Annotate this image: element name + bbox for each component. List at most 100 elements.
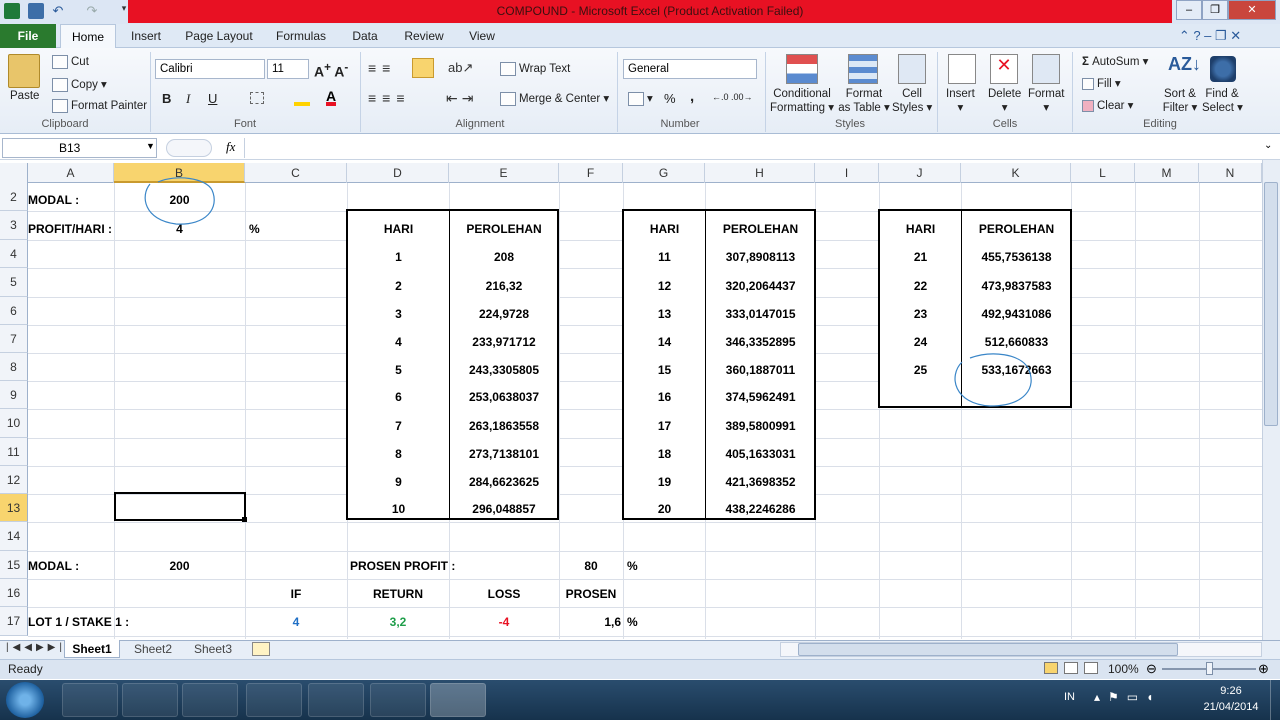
tab-home[interactable]: Home <box>60 24 116 49</box>
cell-c16[interactable]: IF <box>245 587 347 601</box>
selected-cell-b13[interactable] <box>114 492 246 521</box>
row-header-2[interactable]: 2 <box>0 183 28 211</box>
t2-hari[interactable]: 11 <box>624 250 705 264</box>
sheet-tab-1[interactable]: Sheet1 <box>64 640 120 658</box>
redo-icon[interactable]: ↷ <box>84 3 100 19</box>
col-header-d[interactable]: D <box>347 163 449 183</box>
insert-cells-button[interactable]: Insert ▾ <box>946 88 975 114</box>
zoom-slider-thumb[interactable] <box>1206 662 1213 675</box>
t1-hari[interactable]: 3 <box>348 307 449 321</box>
firefox-taskbar-icon[interactable] <box>246 683 302 717</box>
t2-perolehan[interactable]: 320,2064437 <box>706 279 815 293</box>
number-format-select[interactable]: General <box>623 59 757 79</box>
name-box-dropdown-icon[interactable]: ▼ <box>146 141 155 151</box>
horizontal-scroll-thumb[interactable] <box>798 643 1178 656</box>
row-header-6[interactable]: 6 <box>0 297 28 325</box>
col-header-e[interactable]: E <box>449 163 559 183</box>
cell-f17[interactable]: 1,6 <box>559 615 623 629</box>
t2-hari[interactable]: 13 <box>624 307 705 321</box>
fill-handle[interactable] <box>242 517 247 522</box>
t2-perolehan[interactable]: 421,3698352 <box>706 475 815 489</box>
save-icon[interactable] <box>28 3 44 19</box>
orientation-icon[interactable]: ab↗ <box>448 60 473 76</box>
t1-perolehan[interactable]: 224,9728 <box>450 307 558 321</box>
t3-hari[interactable]: 24 <box>880 335 961 349</box>
sheet-tab-3[interactable]: Sheet3 <box>184 642 242 656</box>
t2-hari[interactable]: 12 <box>624 279 705 293</box>
page-break-view-icon[interactable] <box>1084 662 1098 674</box>
t3-perolehan[interactable]: 492,9431086 <box>962 307 1071 321</box>
cell-f15[interactable]: 80 <box>559 559 623 573</box>
paint-taskbar-icon[interactable] <box>370 683 426 717</box>
cell-styles-icon[interactable] <box>898 54 926 84</box>
t2-header-hari[interactable]: HARI <box>624 222 705 236</box>
col-header-k[interactable]: K <box>961 163 1071 183</box>
fill-button[interactable]: Fill ▾ <box>1082 76 1121 90</box>
t1-perolehan[interactable]: 273,7138101 <box>450 447 558 461</box>
t2-header-perolehan[interactable]: PEROLEHAN <box>706 222 815 236</box>
font-size-select[interactable]: 11 <box>267 59 309 79</box>
tray-time[interactable]: 9:26 <box>1196 685 1266 697</box>
delete-cells-button[interactable]: Delete ▾ <box>988 88 1021 114</box>
row-header-15[interactable]: 15 <box>0 551 28 579</box>
tray-icons[interactable]: ▴⚑▭◖ <box>1094 690 1161 704</box>
col-header-j[interactable]: J <box>879 163 961 183</box>
t1-hari[interactable]: 1 <box>348 250 449 264</box>
currency-button[interactable]: ▾ <box>628 91 653 106</box>
bold-button[interactable]: B <box>162 91 171 106</box>
col-header-m[interactable]: M <box>1135 163 1199 183</box>
row-header-10[interactable]: 10 <box>0 409 28 438</box>
cell-a2[interactable]: MODAL : <box>28 193 79 207</box>
row-header-3[interactable]: 3 <box>0 211 28 240</box>
explorer-taskbar-icon[interactable] <box>122 683 178 717</box>
tray-date[interactable]: 21/04/2014 <box>1196 701 1266 713</box>
calculator-taskbar-icon[interactable] <box>182 683 238 717</box>
row-header-4[interactable]: 4 <box>0 240 28 268</box>
conditional-formatting-button[interactable]: Conditional Formatting ▾ <box>770 88 834 114</box>
show-desktop-button[interactable] <box>1270 680 1280 720</box>
row-header-13[interactable]: 13 <box>0 494 28 522</box>
row-header-11[interactable]: 11 <box>0 438 28 466</box>
cell-d15[interactable]: PROSEN PROFIT : <box>350 559 455 573</box>
t1-header-hari[interactable]: HARI <box>348 222 449 236</box>
t2-hari[interactable]: 17 <box>624 419 705 433</box>
row-header-16[interactable]: 16 <box>0 579 28 607</box>
t1-perolehan[interactable]: 243,3305805 <box>450 363 558 377</box>
cell-a17[interactable]: LOT 1 / STAKE 1 : <box>28 615 129 629</box>
insert-function-button[interactable]: fx <box>226 139 235 155</box>
clear-button[interactable]: Clear ▾ <box>1082 98 1133 112</box>
tab-review[interactable]: Review <box>396 24 452 48</box>
percent-button[interactable]: % <box>664 91 676 106</box>
row-header-8[interactable]: 8 <box>0 353 28 381</box>
vertical-align-icons[interactable]: ≡≡ <box>368 60 396 76</box>
font-name-select[interactable]: Calibri <box>155 59 265 79</box>
cell-d17[interactable]: 3,2 <box>347 615 449 629</box>
t3-hari[interactable]: 23 <box>880 307 961 321</box>
vertical-scroll-thumb[interactable] <box>1264 182 1278 426</box>
select-all-corner[interactable] <box>0 163 28 183</box>
row-header-9[interactable]: 9 <box>0 381 28 409</box>
t1-header-perolehan[interactable]: PEROLEHAN <box>450 222 558 236</box>
cell-e16[interactable]: LOSS <box>449 587 559 601</box>
format-cells-button[interactable]: Format ▾ <box>1028 88 1064 114</box>
expand-formula-bar-icon[interactable]: ⌄ <box>1264 140 1272 151</box>
indent-icons[interactable]: ⇤⇥ <box>446 90 477 107</box>
row-header-7[interactable]: 7 <box>0 325 28 353</box>
bottom-align-button[interactable] <box>412 58 434 78</box>
t1-perolehan[interactable]: 208 <box>450 250 558 264</box>
sort-filter-button[interactable]: Sort & Filter ▾ <box>1162 88 1198 114</box>
sheet-nav-icons[interactable]: |◀◀▶▶| <box>6 642 66 653</box>
underline-button[interactable]: U <box>208 91 217 106</box>
tab-page-layout[interactable]: Page Layout <box>178 24 260 48</box>
binoculars-icon[interactable] <box>1210 56 1236 82</box>
col-header-l[interactable]: L <box>1071 163 1135 183</box>
t3-perolehan[interactable]: 473,9837583 <box>962 279 1071 293</box>
format-as-table-button[interactable]: Format as Table ▾ <box>838 88 890 114</box>
horizontal-align-icons[interactable]: ≡≡≡ <box>368 90 411 106</box>
app-taskbar-icon[interactable] <box>308 683 364 717</box>
find-select-button[interactable]: Find & Select ▾ <box>1202 88 1243 114</box>
t1-perolehan[interactable]: 253,0638037 <box>450 390 558 404</box>
format-painter-button[interactable]: Format Painter <box>52 99 147 113</box>
cell-styles-button[interactable]: Cell Styles ▾ <box>892 88 932 114</box>
t2-perolehan[interactable]: 405,1633031 <box>706 447 815 461</box>
